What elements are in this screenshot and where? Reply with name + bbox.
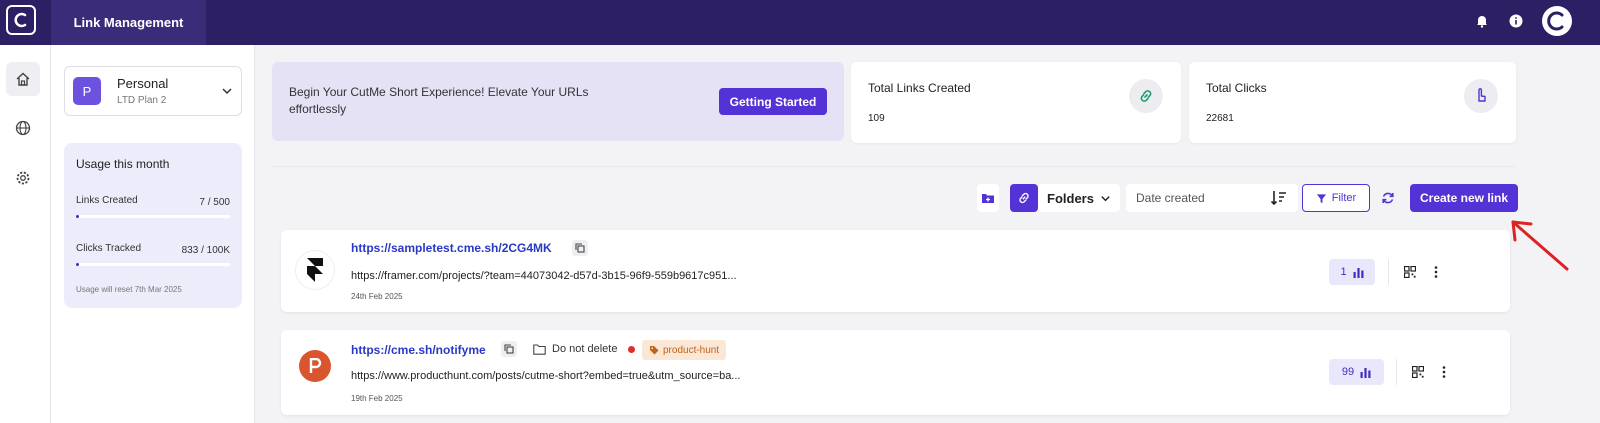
framer-logo-icon <box>295 250 335 290</box>
folders-label: Folders <box>1047 190 1094 206</box>
profile-avatar[interactable] <box>1542 6 1572 36</box>
clicks-tracked-label: Clicks Tracked <box>76 243 142 254</box>
top-bar: Link Management <box>0 0 1600 45</box>
folder-icon <box>533 343 546 355</box>
usage-reset-note: Usage will reset 7th Mar 2025 <box>76 285 182 294</box>
links-created-value: 7 / 500 <box>199 197 230 208</box>
tab-link-management[interactable]: Link Management <box>51 0 206 45</box>
tag-chip[interactable]: product-hunt <box>642 340 727 360</box>
folders-toggle[interactable]: Folders <box>1038 184 1120 212</box>
usage-title: Usage this month <box>76 157 170 171</box>
clicks-badge[interactable]: 1 <box>1329 259 1375 285</box>
sort-label: Date created <box>1136 191 1205 205</box>
left-rail <box>0 45 51 423</box>
welcome-banner: Begin Your CutMe Short Experience! Eleva… <box>272 62 844 141</box>
link-date: 24th Feb 2025 <box>351 292 403 301</box>
links-created-label: Links Created <box>76 195 138 206</box>
links-view-toggle[interactable] <box>1010 184 1038 212</box>
sort-select[interactable]: Date created <box>1126 184 1298 212</box>
workspace-plan: LTD Plan 2 <box>117 95 167 106</box>
link-icon <box>1129 79 1163 113</box>
stat-value: 109 <box>868 113 885 124</box>
separator <box>1388 259 1389 285</box>
section-divider <box>272 166 1515 167</box>
sort-icon[interactable] <box>1270 190 1288 206</box>
workspace-avatar: P <box>73 77 101 105</box>
qr-code-icon[interactable] <box>1403 265 1417 279</box>
qr-code-icon[interactable] <box>1411 365 1425 379</box>
producthunt-logo-icon <box>299 350 331 382</box>
chevron-down-icon <box>221 84 233 102</box>
short-link[interactable]: https://cme.sh/notifyme <box>351 343 486 357</box>
stat-title: Total Links Created <box>868 81 971 95</box>
status-dot <box>628 346 635 353</box>
create-new-link-button[interactable]: Create new link <box>1410 184 1518 212</box>
separator <box>1396 359 1397 385</box>
bell-icon[interactable] <box>1474 13 1490 29</box>
globe-icon[interactable] <box>6 111 40 145</box>
more-vertical-icon[interactable] <box>1437 365 1451 379</box>
annotation-arrow-icon <box>1511 220 1569 271</box>
clicks-count: 99 <box>1341 366 1355 378</box>
usage-card: Usage this month Links Created 7 / 500 C… <box>64 143 242 308</box>
links-usage-bar <box>76 215 230 218</box>
info-icon[interactable] <box>1508 13 1524 29</box>
tag-label: product-hunt <box>663 344 720 356</box>
chevron-down-icon <box>1101 195 1110 201</box>
clicks-usage-bar <box>76 263 230 266</box>
banner-text: Begin Your CutMe Short Experience! Eleva… <box>289 85 589 116</box>
workspace-selector[interactable]: P Personal LTD Plan 2 <box>64 66 242 116</box>
clicks-badge[interactable]: 99 <box>1329 359 1384 385</box>
gear-icon[interactable] <box>6 161 40 195</box>
clicks-tracked-value: 833 / 100K <box>181 245 230 256</box>
filter-button[interactable]: Filter <box>1302 184 1370 212</box>
long-link[interactable]: https://www.producthunt.com/posts/cutme-… <box>351 370 740 382</box>
copy-icon[interactable] <box>572 240 588 256</box>
clicks-count: 1 <box>1340 266 1347 278</box>
folder-name: Do not delete <box>552 343 618 355</box>
home-icon[interactable] <box>6 62 40 96</box>
workspace-name: Personal <box>117 76 169 91</box>
app-logo-icon[interactable] <box>6 5 36 35</box>
more-vertical-icon[interactable] <box>1429 265 1443 279</box>
tag-icon <box>650 346 659 355</box>
filter-label: Filter <box>1331 192 1357 204</box>
short-link[interactable]: https://sampletest.cme.sh/2CG4MK <box>351 241 552 255</box>
getting-started-button[interactable]: Getting Started <box>719 88 827 115</box>
filter-icon <box>1316 193 1326 203</box>
link-card[interactable]: https://sampletest.cme.sh/2CG4MK https:/… <box>281 230 1510 312</box>
link-card[interactable]: https://cme.sh/notifyme Do not delete pr… <box>281 330 1510 415</box>
add-folder-button[interactable] <box>977 184 999 212</box>
bar-chart-icon <box>1360 367 1371 378</box>
side-panel: P Personal LTD Plan 2 Usage this month L… <box>51 45 255 423</box>
pointer-icon <box>1464 79 1498 113</box>
link-date: 19th Feb 2025 <box>351 394 403 403</box>
folder-label[interactable]: Do not delete <box>533 343 617 355</box>
bar-chart-icon <box>1353 267 1364 278</box>
long-link[interactable]: https://framer.com/projects/?team=440730… <box>351 270 737 282</box>
stat-total-links: Total Links Created 109 <box>851 62 1181 143</box>
copy-icon[interactable] <box>501 341 517 357</box>
refresh-icon[interactable] <box>1379 184 1397 212</box>
stat-title: Total Clicks <box>1206 81 1267 95</box>
stat-total-clicks: Total Clicks 22681 <box>1189 62 1516 143</box>
stat-value: 22681 <box>1206 113 1234 124</box>
